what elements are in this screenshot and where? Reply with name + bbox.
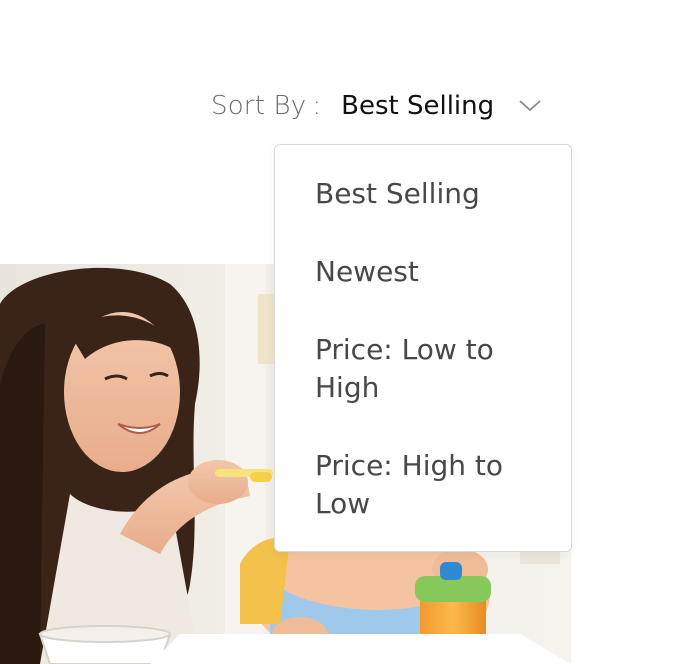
sort-by-label: Sort By — [211, 91, 307, 121]
sort-dropdown-menu[interactable]: Best Selling Newest Price: Low to High P… — [274, 144, 572, 552]
sort-by-separator: : — [312, 91, 322, 121]
chevron-down-icon[interactable] — [518, 94, 542, 118]
sort-control[interactable]: Sort By : Best Selling — [211, 86, 542, 126]
sort-option-price-high-to-low[interactable]: Price: High to Low — [315, 447, 551, 523]
sort-option-newest[interactable]: Newest — [315, 253, 551, 291]
sort-option-price-low-to-high[interactable]: Price: Low to High — [315, 331, 551, 407]
sort-selected-value[interactable]: Best Selling — [341, 91, 494, 121]
product-listing-page: Sort By : Best Selling Best Selling Newe… — [0, 0, 684, 664]
sort-option-best-selling[interactable]: Best Selling — [315, 175, 551, 213]
